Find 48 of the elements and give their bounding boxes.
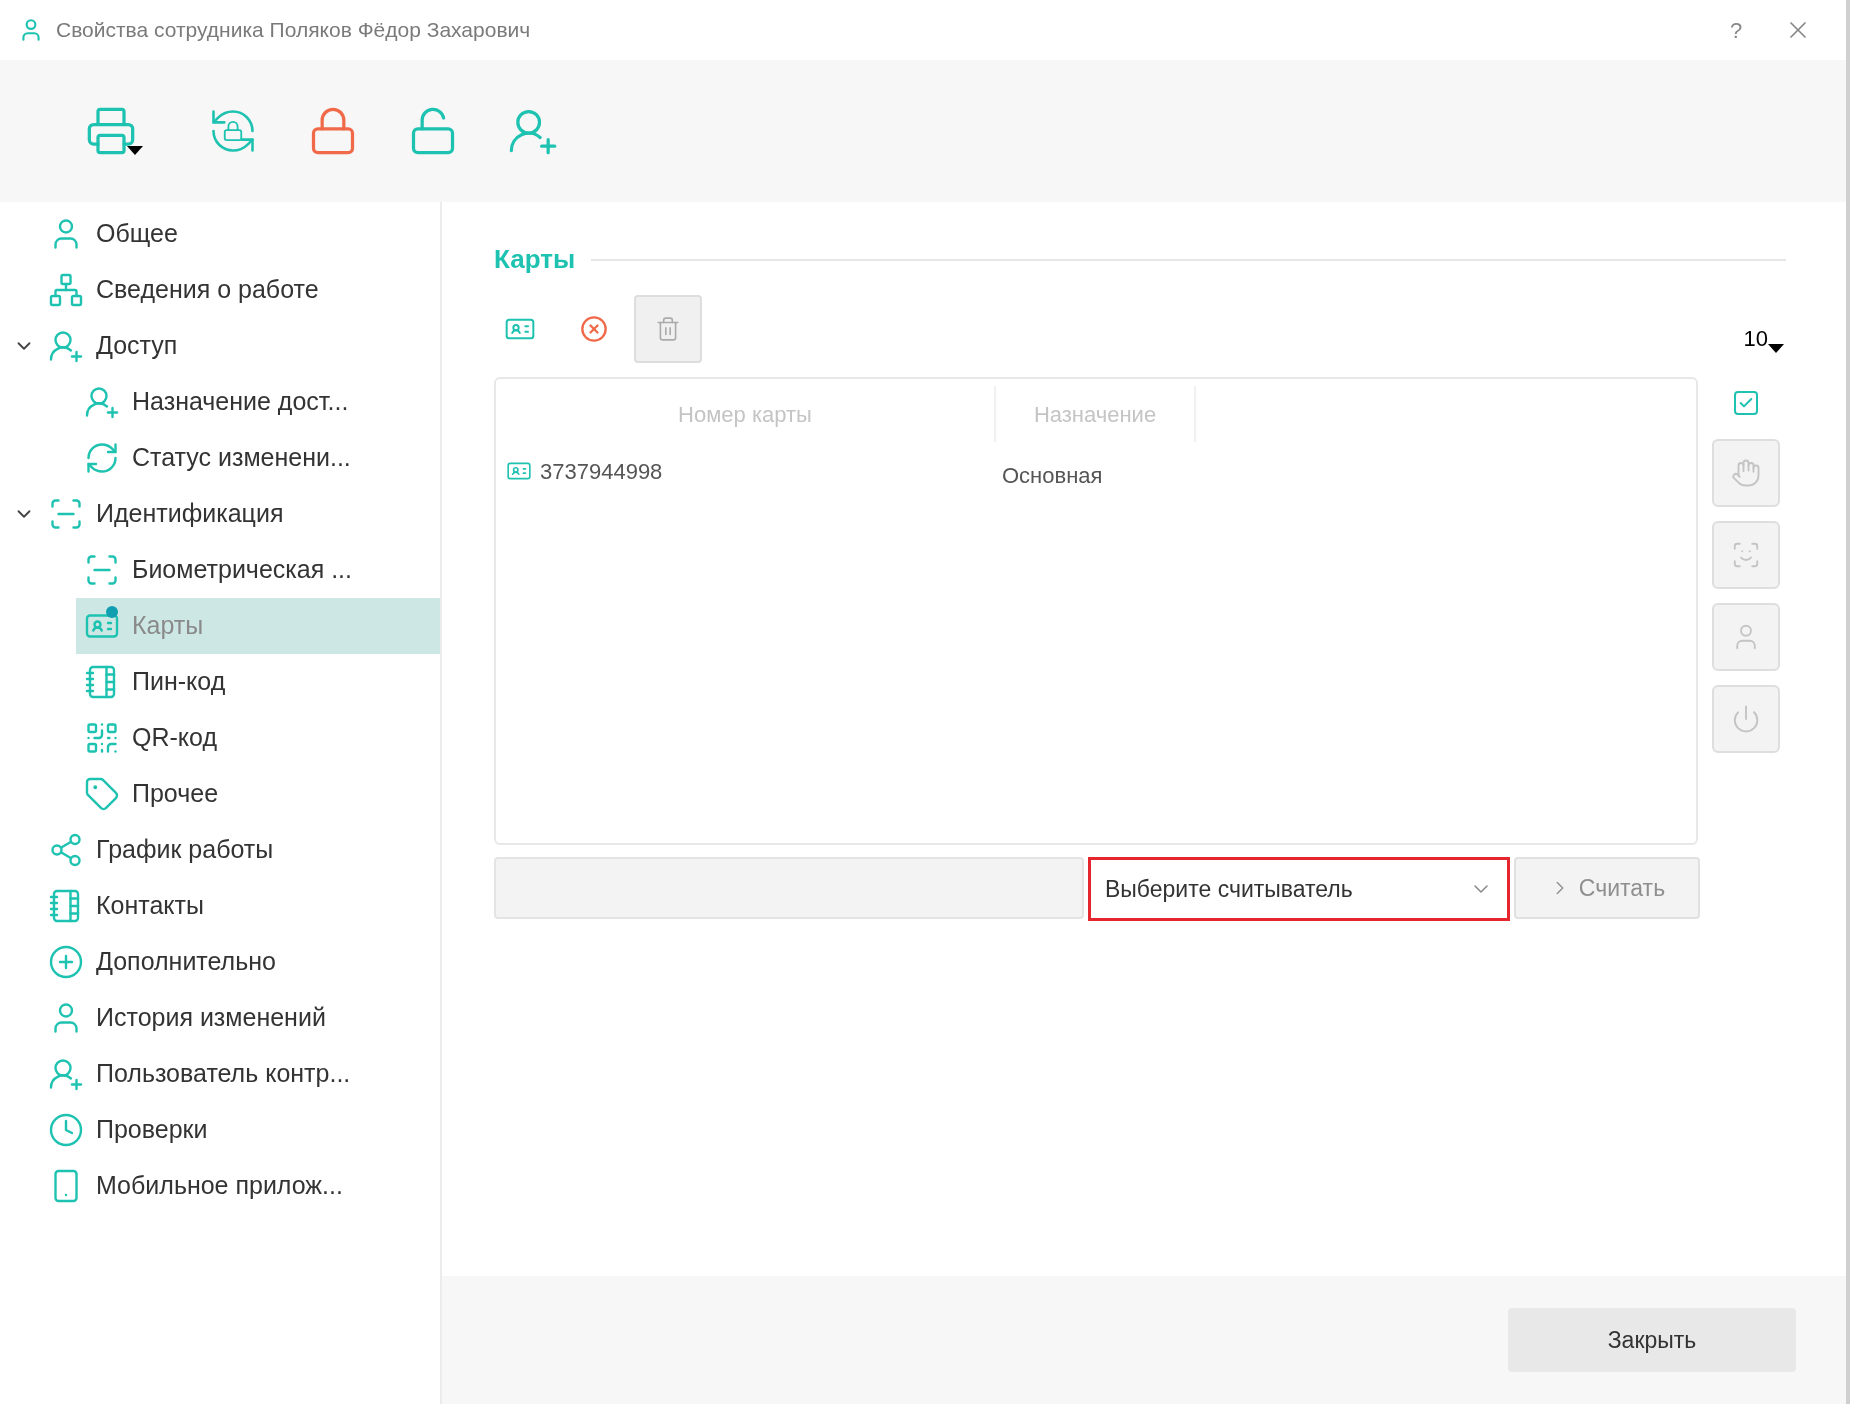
sidebar-item[interactable]: Контакты <box>40 878 440 934</box>
power-icon <box>1731 704 1761 734</box>
caret-icon <box>1768 344 1784 353</box>
section-title: Карты <box>494 243 576 276</box>
person-plus-icon <box>48 1056 84 1092</box>
sidebar-item[interactable]: QR-код <box>76 710 440 766</box>
printer-icon <box>85 105 137 157</box>
sidebar-item[interactable]: История изменений <box>40 990 440 1046</box>
sidebar-item[interactable]: Пин-код <box>76 654 440 710</box>
table-cell-text: Основная <box>1002 461 1103 490</box>
sidebar-item[interactable]: Статус изменени... <box>76 430 440 486</box>
help-button[interactable]: ? <box>1716 13 1756 47</box>
table-row[interactable]: 3737944998 Основная <box>496 449 1696 493</box>
qr-code-icon <box>84 720 120 756</box>
sidebar-item[interactable]: Биометрическая ... <box>76 542 440 598</box>
plus-circle-icon <box>48 944 84 980</box>
sidebar-item[interactable]: Идентификация <box>40 486 440 542</box>
reader-select[interactable]: Выберите считыватель <box>1088 857 1510 921</box>
hand-icon <box>1731 458 1761 488</box>
sidebar-item[interactable]: Назначение дост... <box>76 374 440 430</box>
share-nodes-icon <box>48 832 84 868</box>
page-size-dropdown[interactable]: 10 <box>1743 322 1784 355</box>
close-dialog-button[interactable]: Закрыть <box>1508 1308 1796 1372</box>
face-scan-icon <box>1731 540 1761 570</box>
person-plus-icon <box>84 384 120 420</box>
sidebar-item[interactable]: Проверки <box>40 1102 440 1158</box>
select-all-checkbox[interactable] <box>1734 391 1758 415</box>
sidebar-item[interactable]: График работы <box>40 822 440 878</box>
window-title: Свойства сотрудника Поляков Фёдор Захарович <box>56 17 531 44</box>
clock-icon <box>48 1112 84 1148</box>
scan-frame-icon <box>84 552 120 588</box>
sidebar-item[interactable]: Дополнительно <box>40 934 440 990</box>
sidebar-item[interactable]: Прочее <box>76 766 440 822</box>
tag-icon <box>84 776 120 812</box>
sidebar-item[interactable]: Доступ <box>40 318 440 374</box>
table-cell-text: 3737944998 <box>540 457 663 486</box>
cancel-icon <box>580 315 608 343</box>
scan-frame-icon <box>48 496 84 532</box>
sidebar-item[interactable]: Мобильное прилож... <box>40 1158 440 1214</box>
person-plus-icon <box>48 328 84 364</box>
sidebar-item[interactable]: Сведения о работе <box>40 262 440 318</box>
dropdown-caret-icon <box>127 146 143 155</box>
refresh-icon <box>84 440 120 476</box>
sidebar-item[interactable]: Общее <box>40 206 440 262</box>
org-chart-icon <box>48 272 84 308</box>
card-number-field[interactable] <box>494 857 1084 919</box>
trash-icon <box>655 316 681 342</box>
sidebar-item[interactable]: Пользователь контр... <box>40 1046 440 1102</box>
